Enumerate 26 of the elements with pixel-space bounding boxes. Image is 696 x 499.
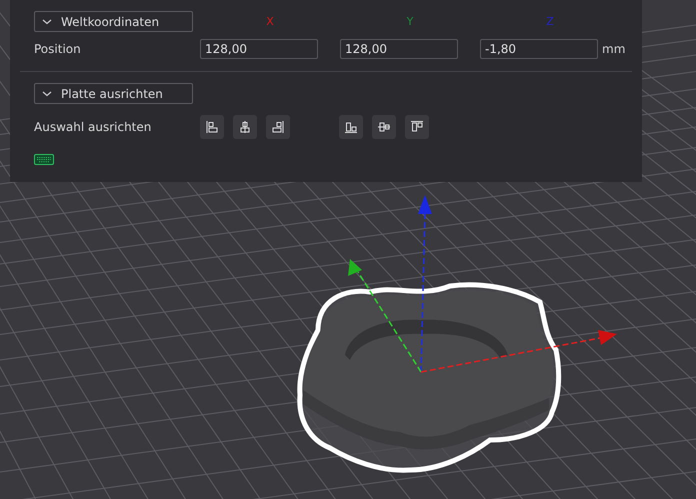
align-top-icon — [410, 120, 424, 134]
keyboard-icon[interactable] — [34, 154, 54, 165]
axis-label: Y — [406, 15, 414, 28]
align-right-icon — [271, 120, 285, 134]
chevron-icon — [42, 18, 52, 24]
row-label: Auswahl ausrichten — [34, 120, 152, 134]
input-field[interactable]: 128,00 — [200, 38, 318, 58]
input-field[interactable]: -1,80 — [480, 38, 598, 58]
axis-label: Z — [545, 15, 555, 28]
input-field[interactable]: 128,00 — [340, 38, 458, 58]
chevron-icon — [42, 90, 52, 96]
align-middle-icon — [377, 120, 391, 134]
align-button[interactable] — [405, 115, 429, 139]
align-center-icon — [238, 120, 252, 134]
align-bottom-icon — [344, 120, 358, 134]
axis-label: X — [265, 15, 275, 28]
align-button[interactable] — [233, 115, 257, 139]
align-button[interactable] — [372, 115, 396, 139]
unit-label: mm — [602, 42, 626, 56]
section-header[interactable]: Weltkoordinaten — [34, 11, 193, 32]
align-button[interactable] — [200, 115, 224, 139]
align-button[interactable] — [339, 115, 363, 139]
align-button[interactable] — [266, 115, 290, 139]
align-left-icon — [205, 120, 219, 134]
section-header[interactable]: Platte ausrichten — [34, 83, 193, 104]
row-label: Position — [34, 42, 82, 56]
